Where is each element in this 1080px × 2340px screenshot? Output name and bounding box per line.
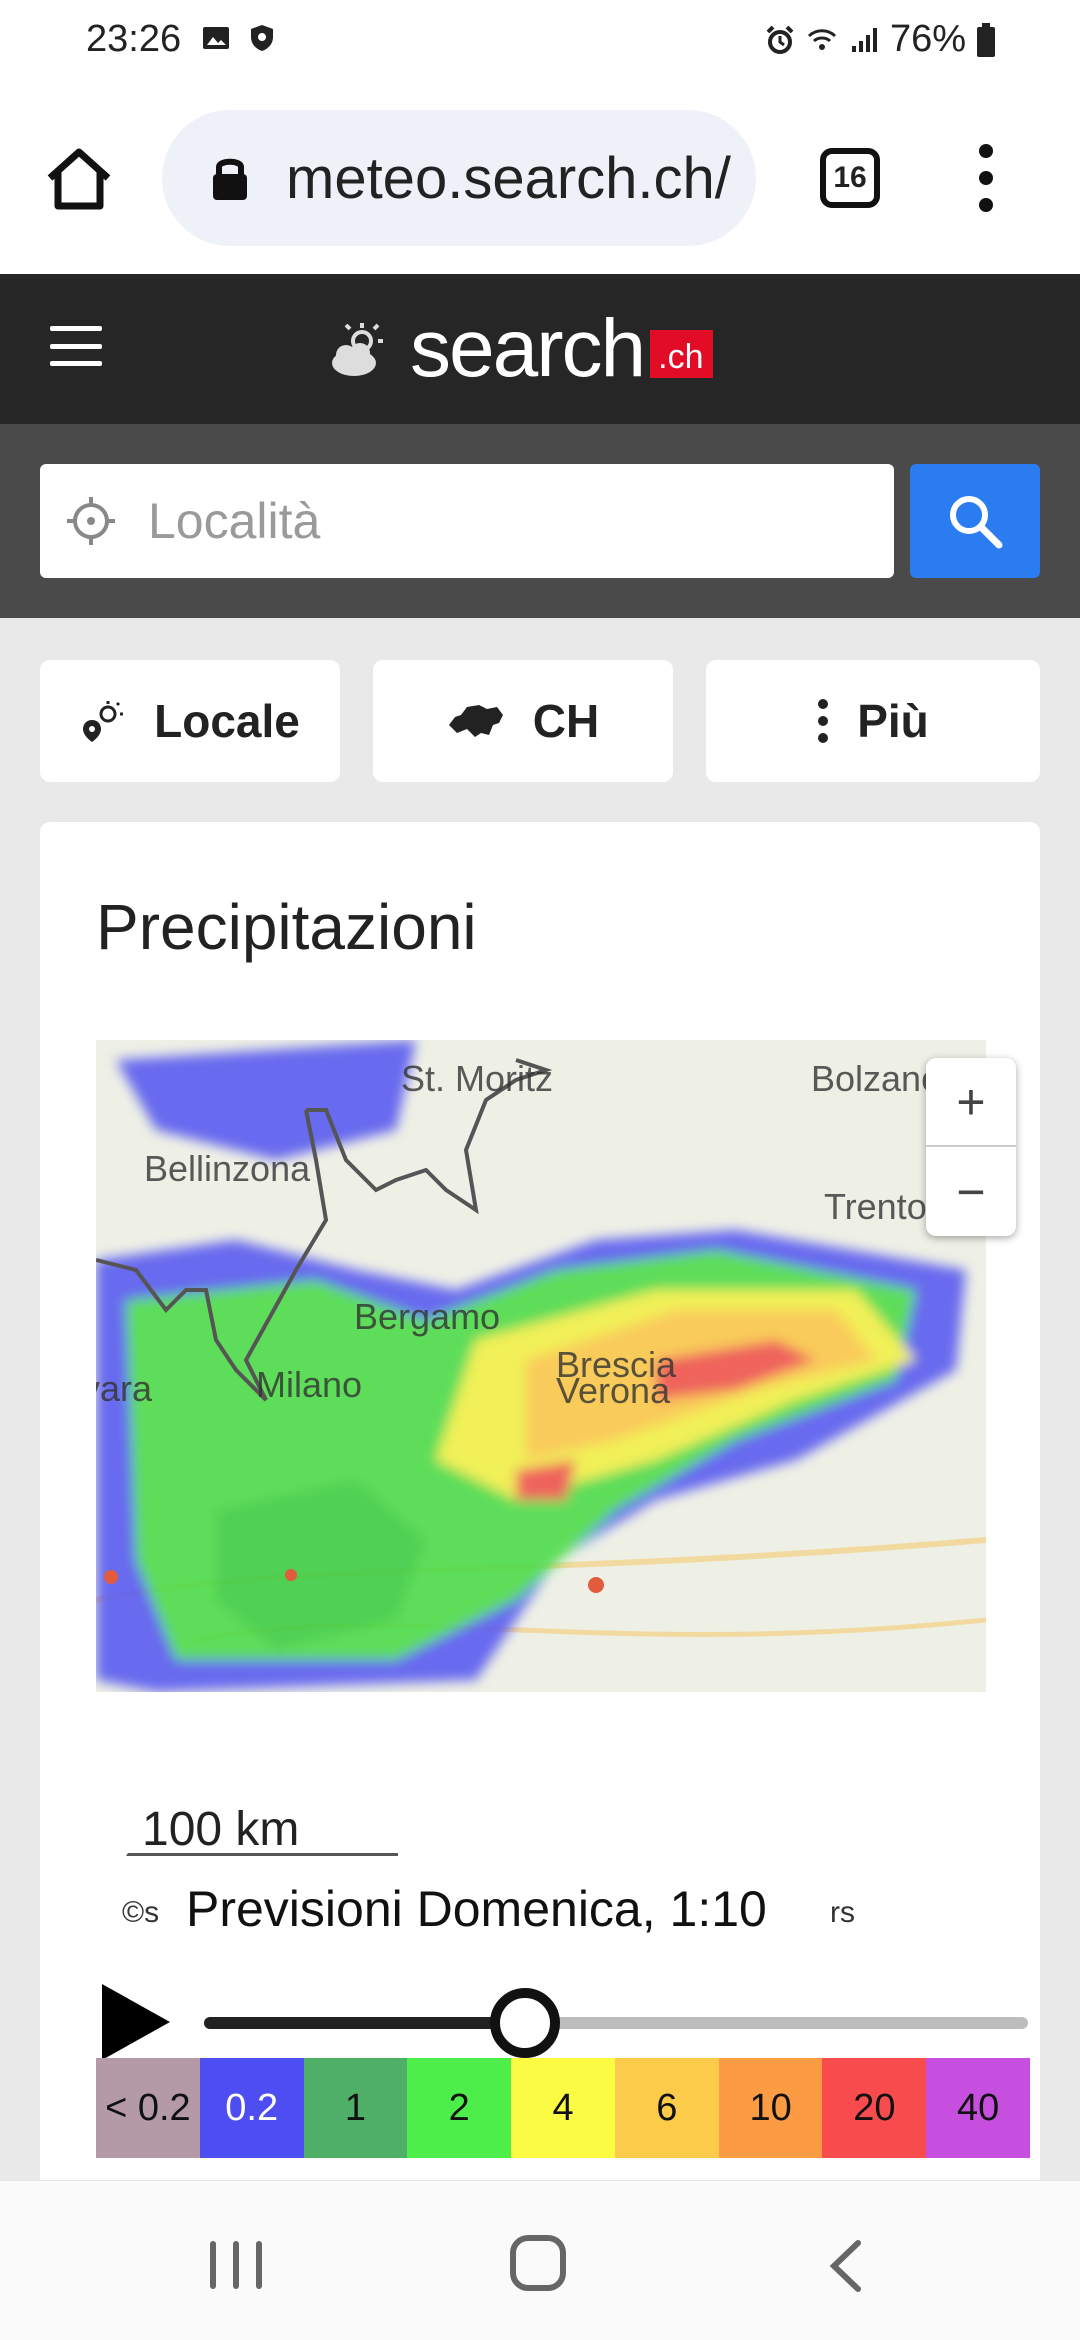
timeline-progress: [204, 2017, 526, 2029]
zoom-control: + −: [926, 1058, 1016, 1236]
logo-text: search: [410, 303, 646, 394]
precipitation-map[interactable]: St. Moritz Bolzano Bellinzona Trento Ber…: [96, 1040, 986, 1692]
legend-item: 0.2: [199, 2058, 304, 2158]
search-strip: Località: [0, 424, 1080, 618]
page-content: Locale CH Più Precipitazioni St. Moritz …: [0, 618, 1080, 2222]
scale-label: 100 km: [142, 1803, 300, 1856]
map-label-milano: Milano: [256, 1364, 363, 1405]
legend-item: 10: [718, 2058, 823, 2158]
shield-icon: [251, 25, 273, 51]
chip-more[interactable]: Più: [706, 660, 1040, 782]
forecast-label: Previsioni Domenica, 1:10: [186, 1881, 767, 1937]
address-bar[interactable]: meteo.search.ch/: [162, 110, 756, 246]
switzerland-icon: [448, 705, 503, 737]
map-label-bellinzona: Bellinzona: [144, 1148, 311, 1189]
crosshair-icon[interactable]: [64, 494, 118, 548]
weather-location-icon: [83, 701, 124, 742]
signal-icon: [851, 27, 877, 52]
precipitation-card: Precipitazioni St. Moritz Bolzano Bellin…: [40, 822, 1040, 2222]
map-label-novara: Novara: [96, 1368, 153, 1409]
play-icon[interactable]: [94, 1982, 174, 2062]
timeline-thumb[interactable]: [490, 1988, 561, 2058]
status-bar: 23:26 76%: [0, 0, 1080, 84]
map-label-trento: Trento: [824, 1186, 927, 1227]
map-label-bergamo: Bergamo: [354, 1296, 501, 1337]
map-label-bolzano: Bolzano: [811, 1058, 942, 1099]
battery-icon: [977, 22, 995, 57]
weather-cloud-sun-icon: [332, 323, 383, 376]
status-time: 23:26: [86, 18, 182, 60]
map-attribution: ©s: [122, 1896, 160, 1929]
forecast-timeline-slider[interactable]: [204, 1988, 1028, 2058]
legend-item: 1: [303, 2058, 408, 2158]
chip-label: Più: [857, 695, 929, 747]
location-input[interactable]: Località: [40, 464, 894, 578]
logo-suffix: .ch: [650, 330, 714, 378]
wifi-icon: [807, 28, 836, 50]
chip-ch[interactable]: CH: [373, 660, 673, 782]
home-icon[interactable]: [44, 146, 114, 212]
zoom-in-button[interactable]: +: [926, 1058, 1016, 1147]
card-title: Precipitazioni: [96, 891, 477, 963]
gallery-icon: [203, 27, 229, 49]
site-header: search .ch: [0, 274, 1080, 424]
alarm-icon: [766, 25, 794, 54]
recents-icon[interactable]: [210, 2241, 262, 2289]
more-vertical-icon[interactable]: [966, 144, 1006, 212]
more-vertical-icon: [818, 699, 829, 743]
legend-item: 40: [926, 2058, 1031, 2158]
chip-locale[interactable]: Locale: [40, 660, 340, 782]
precipitation-legend: < 0.2 0.2 1 2 4 6 10 20 40: [96, 2058, 1031, 2158]
hamburger-menu-icon[interactable]: [50, 326, 102, 366]
location-placeholder: Località: [148, 493, 321, 549]
chip-label: Locale: [154, 695, 300, 747]
browser-toolbar: meteo.search.ch/ 16: [0, 84, 1080, 274]
search-icon: [950, 496, 1003, 549]
lock-icon: [213, 158, 247, 200]
home-nav-icon[interactable]: [510, 2235, 566, 2291]
radar-layer: [96, 1040, 986, 1692]
search-button[interactable]: [910, 464, 1040, 578]
legend-item: 2: [407, 2058, 512, 2158]
system-nav-bar: [0, 2180, 1080, 2340]
legend-item: 4: [511, 2058, 615, 2158]
battery-percent: 76%: [889, 18, 966, 60]
search-ch-logo[interactable]: search .ch: [326, 303, 714, 394]
zoom-out-button[interactable]: −: [926, 1147, 1016, 1236]
legend-item: < 0.2: [96, 2058, 200, 2158]
url-text: meteo.search.ch/: [286, 145, 731, 211]
legend-item: 20: [822, 2058, 927, 2158]
chip-label: CH: [532, 695, 600, 747]
map-attribution-right: rs: [830, 1896, 855, 1929]
map-scale: 100 km: [126, 1803, 398, 1856]
map-label-verona: Verona: [556, 1370, 671, 1411]
legend-item: 6: [614, 2058, 719, 2158]
back-icon[interactable]: [822, 2239, 872, 2293]
map-label-st-moritz: St. Moritz: [401, 1058, 554, 1099]
tab-switcher-button[interactable]: 16: [820, 148, 880, 208]
tab-count: 16: [833, 161, 867, 194]
